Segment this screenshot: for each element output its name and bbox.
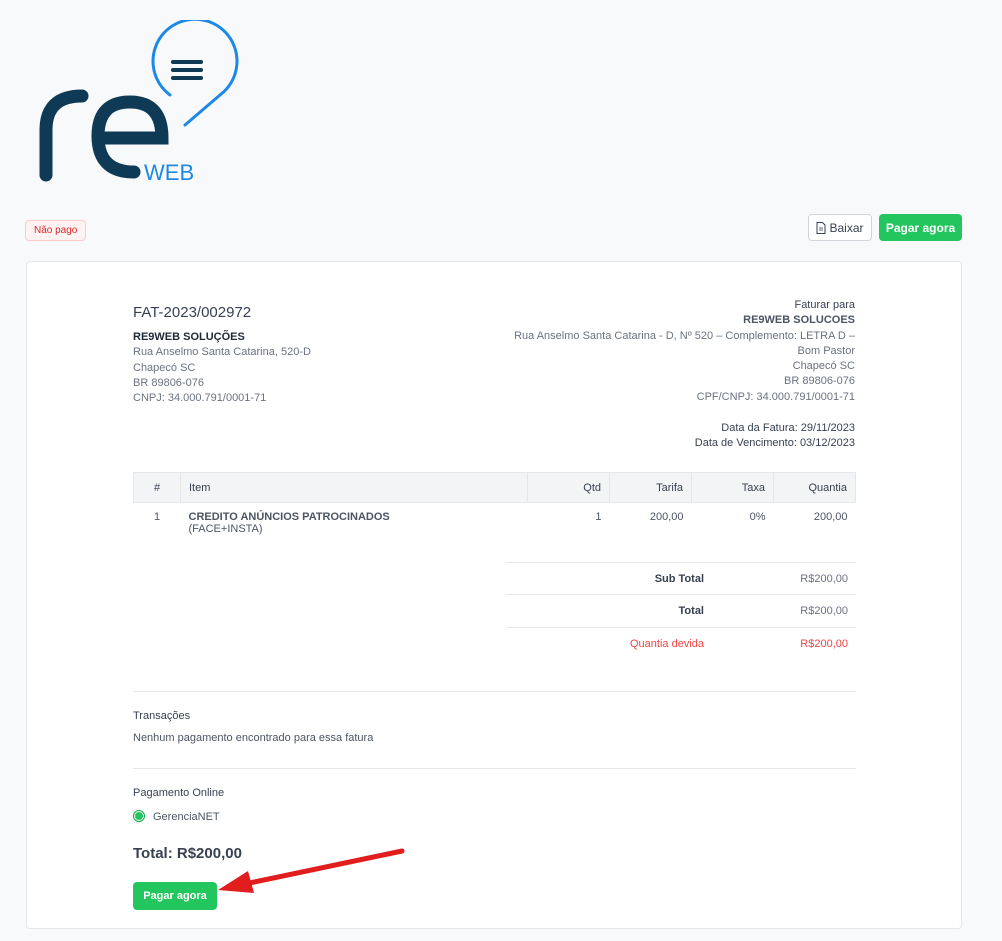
total-value: R$200,00	[800, 605, 848, 617]
cell-amount: 200,00	[813, 511, 848, 523]
seller-line: Rua Anselmo Santa Catarina, 520-D	[133, 346, 311, 359]
bill-to-line: Rua Anselmo Santa Catarina - D, Nº 520 –…	[514, 329, 855, 342]
re9web-logo: WEB	[39, 20, 239, 185]
amount-due-label: Quantia devida	[630, 638, 704, 650]
bill-to-line: CPF/CNPJ: 34.000.791/0001-71	[696, 390, 855, 403]
col-number: #	[133, 472, 181, 503]
payment-method-label[interactable]: GerenciaNET	[153, 811, 220, 823]
online-payment-title: Pagamento Online	[133, 787, 225, 799]
seller-line: Chapecó SC	[133, 361, 196, 374]
subtotal-label: Sub Total	[654, 573, 704, 585]
subtotal-value: R$200,00	[800, 573, 848, 585]
svg-text:WEB: WEB	[144, 160, 194, 185]
bill-to-line: Chapecó SC	[792, 360, 855, 373]
pay-now-button-top[interactable]: Pagar agora	[879, 214, 962, 241]
cell-item: CREDITO ANÚNCIOS PATROCINADOS (FACE+INST…	[181, 503, 528, 544]
table-row: 1 CREDITO ANÚNCIOS PATROCINADOS (FACE+IN…	[134, 503, 856, 544]
bill-to-label: Faturar para	[794, 299, 855, 311]
bill-to-info: Faturar para RE9WEB SOLUCOES Rua Anselmo…	[514, 298, 855, 405]
amount-due-row: Quantia devida R$200,00	[506, 627, 856, 660]
subtotal-row: Sub Total R$200,00	[506, 562, 856, 595]
seller-line: BR 89806-076	[133, 376, 204, 389]
total-row: Total R$200,00	[506, 594, 856, 627]
cell-number: 1	[153, 511, 161, 523]
bill-to-name: RE9WEB SOLUCOES	[743, 314, 855, 327]
divider	[133, 691, 856, 692]
download-label: Baixar	[829, 220, 864, 235]
items-table: # Item Qtd Tarifa Taxa Quantia 1 CREDITO…	[133, 472, 856, 543]
bill-to-line: Bom Pastor	[797, 344, 855, 357]
transactions-title: Transações	[133, 710, 191, 722]
annotation-arrow	[218, 848, 405, 893]
table-header-row: # Item Qtd Tarifa Taxa Quantia	[133, 472, 856, 503]
download-button[interactable]: Baixar	[808, 214, 872, 241]
invoice-card: FAT-2023/002972 RE9WEB SOLUÇÕES Rua Anse…	[26, 261, 962, 929]
item-description: (FACE+INSTA)	[188, 523, 263, 535]
col-tax: Taxa	[691, 472, 774, 503]
total-label: Total	[678, 605, 704, 617]
invoice-dates: Data da Fatura: 29/11/2023 Data de Venci…	[695, 421, 855, 452]
col-qty: Qtd	[527, 472, 610, 503]
col-item: Item	[180, 472, 528, 503]
bill-to-line: BR 89806-076	[784, 375, 855, 388]
issue-date: Data da Fatura: 29/11/2023	[721, 422, 855, 434]
menu-icon	[171, 60, 203, 80]
pay-now-button[interactable]: Pagar agora	[133, 882, 217, 910]
payment-method-radio[interactable]	[133, 810, 145, 822]
col-rate: Tarifa	[609, 472, 692, 503]
cell-rate: 200,00	[649, 511, 684, 523]
item-name: CREDITO ANÚNCIOS PATROCINADOS	[188, 511, 390, 523]
col-amount: Quantia	[773, 472, 856, 503]
due-date: Data de Vencimento: 03/12/2023	[694, 437, 855, 450]
status-badge: Não pago	[25, 220, 87, 241]
cell-tax: 0%	[749, 511, 766, 523]
file-icon	[816, 221, 826, 234]
seller-info: RE9WEB SOLUÇÕES Rua Anselmo Santa Catari…	[133, 330, 311, 406]
amount-due-value: R$200,00	[800, 638, 848, 650]
transactions-empty-text: Nenhum pagamento encontrado para essa fa…	[133, 732, 374, 744]
invoice-number: FAT-2023/002972	[133, 304, 252, 321]
seller-line: CNPJ: 34.000.791/0001-71	[133, 392, 267, 405]
cell-qty: 1	[595, 511, 602, 523]
divider	[133, 768, 856, 769]
seller-name: RE9WEB SOLUÇÕES	[133, 331, 245, 343]
